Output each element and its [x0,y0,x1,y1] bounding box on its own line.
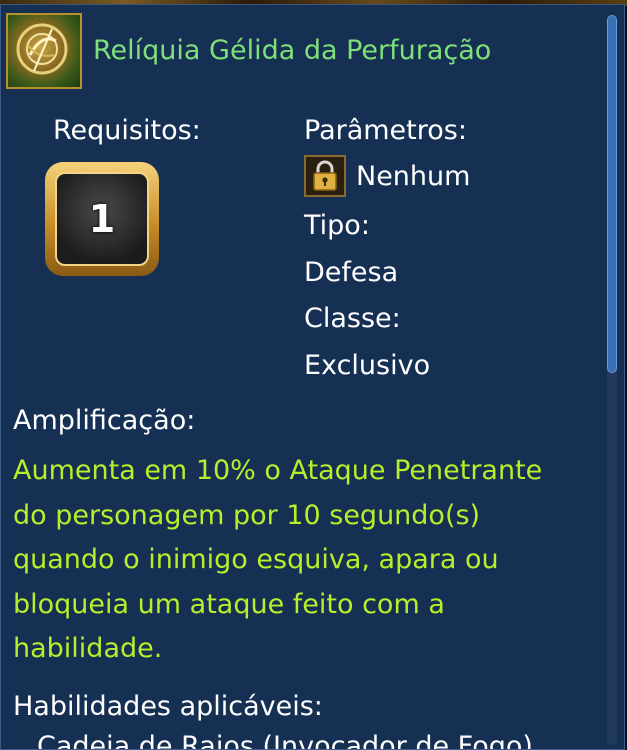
scrollbar-thumb[interactable] [607,15,617,373]
description-line: quando o inimigo esquiva, apara ou [13,544,499,575]
item-tooltip-panel[interactable]: Relíquia Gélida da Perfuração Requisitos… [0,4,625,750]
lock-icon [304,155,346,197]
amplification-description: Aumenta em 10% o Ataque Penetrante do pe… [13,449,573,672]
type-label: Tipo: [304,210,370,241]
description-line: bloqueia um ataque feito com a [13,588,445,620]
item-title: Relíquia Gélida da Perfuração [93,35,492,66]
level-value: 1 [55,172,149,266]
class-label: Classe: [304,303,401,334]
scrollbar[interactable] [607,15,617,745]
description-line: habilidade. [13,633,163,664]
lock-value: Nenhum [356,161,471,192]
level-requirement-badge: 1 [45,162,159,276]
parameters-label: Parâmetros: [304,115,467,146]
requirements-label: Requisitos: [53,115,201,146]
applicable-skills-label: Habilidades aplicáveis: [13,691,323,722]
description-line: do personagem por 10 segundo(s) [13,499,481,531]
type-value: Defesa [304,257,399,288]
applicable-skill-item[interactable]: Cadeia de Raios (Invocador de Fogo) [37,731,533,749]
amplification-label: Amplificação: [13,405,196,436]
frozen-relic-icon [6,13,82,89]
class-value: Exclusivo [304,350,431,381]
description-line: Aumenta em 10% o Ataque Penetrante [13,455,543,486]
